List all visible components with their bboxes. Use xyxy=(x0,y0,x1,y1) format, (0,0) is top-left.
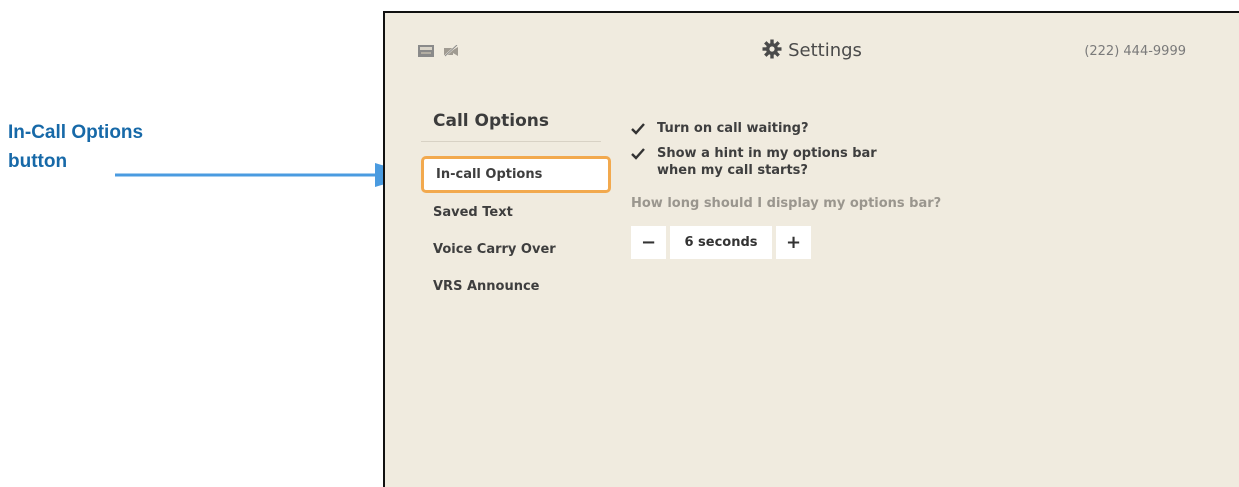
sidebar-item-in-call-options[interactable]: In-call Options xyxy=(421,156,611,193)
sidebar-heading: Call Options xyxy=(421,105,601,142)
checkmark-icon[interactable] xyxy=(631,148,645,160)
call-waiting-label: Turn on call waiting? xyxy=(657,121,809,136)
increment-button[interactable]: + xyxy=(776,226,811,259)
in-call-options-panel: Turn on call waiting? Show a hint in my … xyxy=(631,120,1131,259)
sidebar-item-vrs-announce[interactable]: VRS Announce xyxy=(421,270,611,304)
sidebar-item-saved-text[interactable]: Saved Text xyxy=(421,196,611,230)
duration-question: How long should I display my options bar… xyxy=(631,196,942,211)
callout-arrow xyxy=(115,163,415,187)
callout-line-1: In-Call Options xyxy=(8,122,144,143)
options-hint-line-1: Show a hint in my options bar xyxy=(657,146,877,161)
decrement-button[interactable]: − xyxy=(631,226,666,259)
page-title-text: Settings xyxy=(788,40,862,61)
sidebar-item-voice-carry-over[interactable]: Voice Carry Over xyxy=(421,233,611,267)
top-bar: Settings (222) 444-9999 xyxy=(385,13,1239,93)
duration-stepper: − 6 seconds + xyxy=(631,226,1131,259)
options-hint-line-2: when my call starts? xyxy=(657,163,808,178)
duration-value: 6 seconds xyxy=(670,226,772,259)
call-waiting-option[interactable]: Turn on call waiting? xyxy=(631,120,1131,137)
settings-screen: Settings (222) 444-9999 Call Options In-… xyxy=(383,11,1239,487)
gear-icon xyxy=(762,39,782,59)
sidebar: Call Options In-call Options Saved Text … xyxy=(421,105,611,304)
phone-number: (222) 444-9999 xyxy=(1084,44,1186,59)
checkmark-icon[interactable] xyxy=(631,123,645,135)
options-hint-option[interactable]: Show a hint in my options bar when my ca… xyxy=(631,145,1131,179)
options-hint-label: Show a hint in my options bar when my ca… xyxy=(657,145,877,179)
